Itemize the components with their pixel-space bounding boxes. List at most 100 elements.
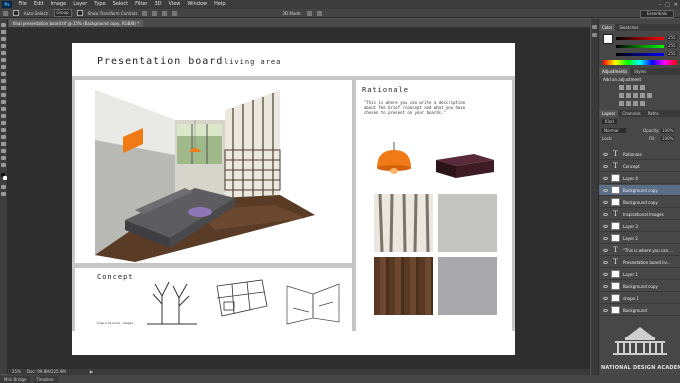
properties-panel-icon[interactable] [592,33,597,37]
mini-bridge-tab[interactable]: Mini Bridge [0,375,31,383]
maximize-icon[interactable]: □ [665,2,670,8]
opacity-value[interactable]: 100% [661,128,675,133]
marquee-tool-icon[interactable] [1,30,6,34]
visibility-eye-icon[interactable] [603,164,608,168]
hue-saturation-icon[interactable] [626,93,631,98]
history-brush-tool-icon[interactable] [1,86,6,90]
screen-mode-icon[interactable] [1,192,6,196]
color-spectrum-ramp[interactable] [603,60,677,65]
layer-row[interactable]: Background copy [599,281,680,292]
layer-filter-dropdown[interactable]: Kind [602,119,617,124]
layer-row[interactable]: T Rationale [599,149,680,160]
photoshop-logo-icon[interactable]: Ps [2,1,12,8]
3d-rotate-tool-icon[interactable] [1,149,6,153]
path-selection-tool-icon[interactable] [1,135,6,139]
timeline-tab[interactable]: Timeline [32,375,58,383]
menu-type[interactable]: Type [91,0,109,9]
green-slider[interactable] [616,45,664,48]
menu-edit[interactable]: Edit [30,0,47,9]
document-tab[interactable]: final presentation board.tif @ 25% (Back… [9,20,144,27]
layer-row[interactable]: Layer 3 [599,221,680,232]
brightness-icon[interactable] [619,85,624,90]
green-value[interactable]: 255 [667,43,677,48]
color-tab[interactable]: Color [599,24,616,31]
layer-row[interactable]: Layer 4 [599,173,680,184]
menu-filter[interactable]: Filter [132,0,151,9]
layer-row[interactable]: Background copy [599,185,680,196]
background-color-swatch[interactable] [3,176,7,180]
menu-3d[interactable]: 3D [151,0,165,9]
clone-stamp-tool-icon[interactable] [1,79,6,83]
photo-filter-icon[interactable] [647,93,652,98]
curves-icon[interactable] [633,85,638,90]
auto-select-dropdown[interactable]: Group [53,9,72,17]
quick-mask-icon[interactable] [1,185,6,189]
visibility-eye-icon[interactable] [603,272,608,276]
layers-tab[interactable]: Layers [599,110,619,117]
visibility-eye-icon[interactable] [603,236,608,240]
type-tool-icon[interactable] [1,128,6,132]
3d-pan-icon[interactable] [316,10,322,16]
visibility-eye-icon[interactable] [603,308,608,312]
minimize-icon[interactable]: – [659,2,662,8]
layer-row[interactable]: T "This is where you can ... [599,245,680,256]
channels-tab[interactable]: Channels [619,110,644,117]
hand-tool-icon[interactable] [1,156,6,160]
layer-row[interactable]: T Concept [599,161,680,172]
healing-brush-tool-icon[interactable] [1,65,6,69]
layer-row[interactable]: T Presentation board liv... [599,257,680,268]
color-balance-icon[interactable] [633,93,638,98]
brush-tool-icon[interactable] [1,72,6,76]
threshold-icon[interactable] [633,101,638,106]
quick-select-tool-icon[interactable] [1,44,6,48]
align-middle-icon[interactable] [152,10,158,16]
eraser-tool-icon[interactable] [1,93,6,97]
menu-help[interactable]: Help [211,0,229,9]
presentation-board-document[interactable]: Presentation board living area Rationale… [72,43,515,355]
visibility-eye-icon[interactable] [603,296,608,300]
layer-row[interactable]: shape 1 [599,293,680,304]
visibility-eye-icon[interactable] [603,260,608,264]
menu-image[interactable]: Image [47,0,70,9]
distribute-icon[interactable] [172,10,178,16]
menu-layer[interactable]: Layer [70,0,91,9]
fill-value[interactable]: 100% [661,136,675,141]
move-tool-icon[interactable] [1,23,6,27]
crop-tool-icon[interactable] [1,51,6,55]
pen-tool-icon[interactable] [1,121,6,125]
menu-select[interactable]: Select [109,0,131,9]
align-bottom-icon[interactable] [162,10,168,16]
visibility-eye-icon[interactable] [603,212,608,216]
zoom-tool-icon[interactable] [1,163,6,167]
swatches-tab[interactable]: Swatches [616,24,641,31]
visibility-eye-icon[interactable] [603,188,608,192]
close-icon[interactable]: ✕ [674,2,678,8]
blend-mode-dropdown[interactable]: Normal [602,128,627,133]
workspace-switcher[interactable]: Essentials [639,10,674,18]
menu-file[interactable]: File [15,0,30,9]
adjustments-tab[interactable]: Adjustments [599,68,631,75]
visibility-eye-icon[interactable] [603,200,608,204]
posterize-icon[interactable] [626,101,631,106]
layer-row[interactable]: Background copy [599,197,680,208]
blue-value[interactable]: 255 [667,51,677,56]
red-slider[interactable] [616,37,664,40]
eyedropper-tool-icon[interactable] [1,58,6,62]
visibility-eye-icon[interactable] [603,152,608,156]
levels-icon[interactable] [626,85,631,90]
black-white-icon[interactable] [640,93,645,98]
auto-select-checkbox[interactable] [13,10,19,16]
exposure-icon[interactable] [640,85,645,90]
layer-row[interactable]: Layer 1 [599,269,680,280]
foreground-color-swatch[interactable] [603,34,613,44]
vibrance-icon[interactable] [619,93,624,98]
blur-tool-icon[interactable] [1,107,6,111]
red-value[interactable]: 255 [667,35,677,40]
dodge-tool-icon[interactable] [1,114,6,118]
history-panel-icon[interactable] [592,25,597,29]
gradient-tool-icon[interactable] [1,100,6,104]
visibility-eye-icon[interactable] [603,284,608,288]
menu-view[interactable]: View [165,0,184,9]
blue-slider[interactable] [616,53,664,56]
move-tool-icon[interactable] [3,10,8,16]
